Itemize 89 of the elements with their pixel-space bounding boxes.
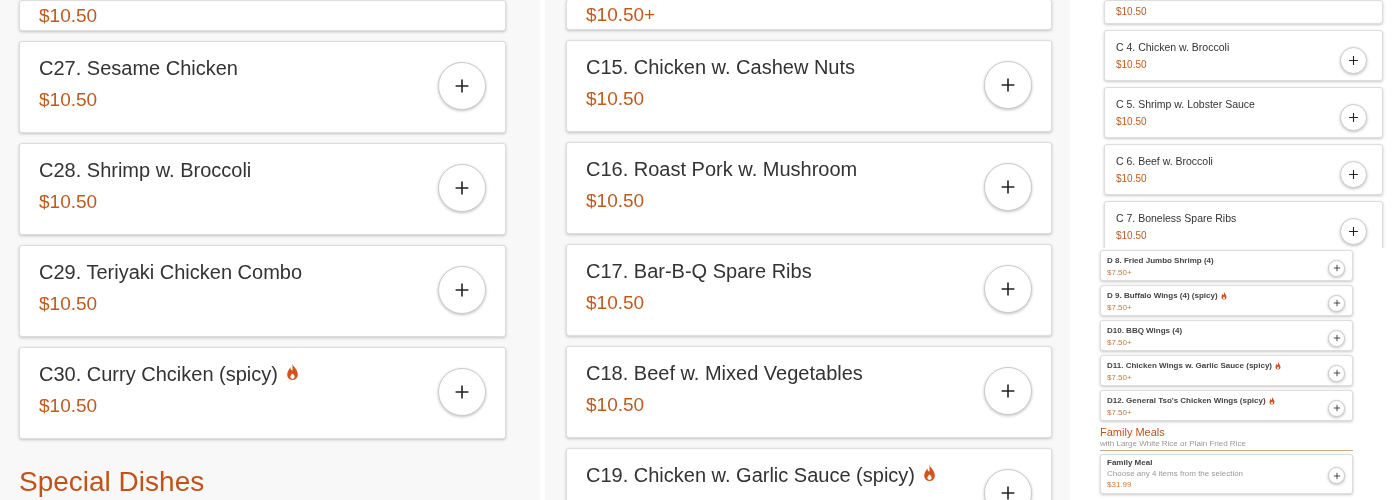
- item-price: $10.50: [39, 191, 99, 213]
- plus-icon: [1348, 112, 1359, 123]
- item-name: D 8. Fried Jumbo Shrimp (4): [1107, 256, 1214, 265]
- item-name: C16. Roast Pork w. Mushroom: [586, 158, 858, 181]
- plus-icon: [1332, 471, 1341, 480]
- item-price: $10.50: [39, 395, 99, 417]
- menu-item-card[interactable]: D12. General Tso's Chicken Wings (spicy) $7.50+: [1100, 390, 1353, 421]
- item-price: $7.50+: [1107, 373, 1133, 382]
- item-price: $10.50: [39, 5, 98, 27]
- section-heading: Family Meals: [1100, 426, 1166, 438]
- item-price: $10.50: [39, 89, 99, 111]
- plus-icon: [454, 384, 470, 400]
- item-price: $10.50: [586, 292, 646, 314]
- menu-item-card[interactable]: C 6. Beef w. Broccoli $10.50: [1104, 144, 1383, 195]
- menu-item-card[interactable]: D 9. Buffalo Wings (4) (spicy) $7.50+: [1100, 285, 1353, 316]
- menu-item-card[interactable]: C 7. Boneless Spare Ribs $10.50: [1104, 201, 1383, 248]
- item-price: $10.50: [586, 394, 646, 416]
- item-name: C 5. Shrimp w. Lobster Sauce: [1116, 98, 1255, 110]
- plus-icon: [454, 78, 470, 94]
- item-name: C 6. Beef w. Broccoli: [1116, 155, 1213, 167]
- item-price: $10.50: [1116, 173, 1148, 184]
- plus-icon: [1000, 281, 1016, 297]
- menu-item-card[interactable]: C27. Sesame Chicken $10.50: [19, 41, 506, 133]
- menu-item-card[interactable]: D11. Chicken Wings w. Garlic Sauce (spicy) $7.50+: [1100, 355, 1353, 386]
- item-name: C 7. Boneless Spare Ribs: [1116, 212, 1237, 224]
- item-price: $10.50: [586, 88, 646, 110]
- plus-icon: [1332, 334, 1341, 342]
- item-name: C27. Sesame Chicken: [39, 57, 238, 80]
- menu-item-card[interactable]: $10.50+: [566, 0, 1052, 30]
- menu-item-card[interactable]: C15. Chicken w. Cashew Nuts $10.50: [566, 40, 1052, 132]
- section-subtitle: with Large White Rice or Plain Fried Rice: [1100, 439, 1353, 451]
- item-name: D12. General Tso's Chicken Wings (spicy): [1107, 396, 1266, 405]
- add-button[interactable]: [1340, 161, 1367, 188]
- item-name: C30. Curry Chciken (spicy): [39, 363, 278, 386]
- menu-item-card[interactable]: C29. Teriyaki Chicken Combo $10.50: [19, 245, 506, 337]
- item-name: C18. Beef w. Mixed Vegetables: [586, 362, 863, 385]
- add-button[interactable]: [1340, 47, 1367, 74]
- plus-icon: [1348, 226, 1359, 237]
- menu-item-card[interactable]: C30. Curry Chciken (spicy) $10.50: [19, 347, 506, 439]
- menu-item-card[interactable]: C 5. Shrimp w. Lobster Sauce $10.50: [1104, 87, 1383, 138]
- item-price: $10.50+: [586, 4, 656, 26]
- item-name: C28. Shrimp w. Broccoli: [39, 159, 252, 182]
- item-name: Family Meal: [1107, 458, 1153, 467]
- menu-item-card[interactable]: Family Meal Choose any 4 items from the selection $31.99: [1100, 454, 1353, 494]
- add-button[interactable]: [1340, 104, 1367, 131]
- item-description: Choose any 4 items from the selection: [1107, 469, 1244, 478]
- item-price: $10.50: [586, 190, 646, 212]
- item-name: C29. Teriyaki Chicken Combo: [39, 261, 303, 284]
- section-heading: Special Dishes: [19, 466, 206, 498]
- item-name: D 9. Buffalo Wings (4) (spicy): [1107, 291, 1218, 300]
- menu-item-card[interactable]: C 4. Chicken w. Broccoli $10.50: [1104, 30, 1383, 81]
- plus-icon: [1348, 169, 1359, 180]
- menu-item-card[interactable]: C18. Beef w. Mixed Vegetables $10.50: [566, 346, 1052, 438]
- plus-icon: [1000, 77, 1016, 93]
- item-name: C19. Chicken w. Garlic Sauce (spicy): [586, 464, 915, 487]
- item-name: C 4. Chicken w. Broccoli: [1116, 41, 1230, 53]
- plus-icon: [1332, 299, 1341, 307]
- item-name: D10. BBQ Wings (4): [1107, 326, 1183, 335]
- item-name: C15. Chicken w. Cashew Nuts: [586, 56, 855, 79]
- menu-item-card[interactable]: C17. Bar-B-Q Spare Ribs $10.50: [566, 244, 1052, 336]
- plus-icon: [1332, 369, 1341, 377]
- menu-item-card[interactable]: $10.50: [19, 0, 506, 31]
- menu-item-card[interactable]: D10. BBQ Wings (4) $7.50+: [1100, 320, 1353, 351]
- item-price: $10.50: [1116, 59, 1148, 70]
- plus-icon: [1348, 55, 1359, 66]
- item-price: $10.50: [1116, 230, 1148, 241]
- item-price: $10.50: [1116, 6, 1147, 17]
- item-price: $31.99: [1107, 480, 1133, 489]
- plus-icon: [454, 180, 470, 196]
- menu-item-card[interactable]: C28. Shrimp w. Broccoli $10.50: [19, 143, 506, 235]
- plus-icon: [1000, 383, 1016, 399]
- menu-item-card[interactable]: C16. Roast Pork w. Mushroom $10.50: [566, 142, 1052, 234]
- menu-item-card[interactable]: $10.50: [1104, 0, 1383, 24]
- plus-icon: [1000, 179, 1016, 195]
- plus-icon: [454, 282, 470, 298]
- menu-item-card[interactable]: C19. Chicken w. Garlic Sauce (spicy): [566, 448, 1052, 500]
- item-price: $10.50: [39, 293, 99, 315]
- plus-icon: [1332, 264, 1341, 272]
- item-name: D11. Chicken Wings w. Garlic Sauce (spicy): [1107, 361, 1273, 370]
- item-price: $10.50: [1116, 116, 1148, 127]
- plus-icon: [1332, 404, 1341, 412]
- item-name: C17. Bar-B-Q Spare Ribs: [586, 260, 812, 283]
- plus-icon: [1000, 485, 1016, 500]
- item-price: $7.50+: [1107, 268, 1133, 277]
- menu-item-card[interactable]: D 8. Fried Jumbo Shrimp (4) $7.50+: [1100, 250, 1353, 281]
- add-button[interactable]: [1340, 218, 1367, 245]
- item-price: $7.50+: [1107, 408, 1133, 417]
- item-price: $7.50+: [1107, 338, 1133, 347]
- item-price: $7.50+: [1107, 303, 1133, 312]
